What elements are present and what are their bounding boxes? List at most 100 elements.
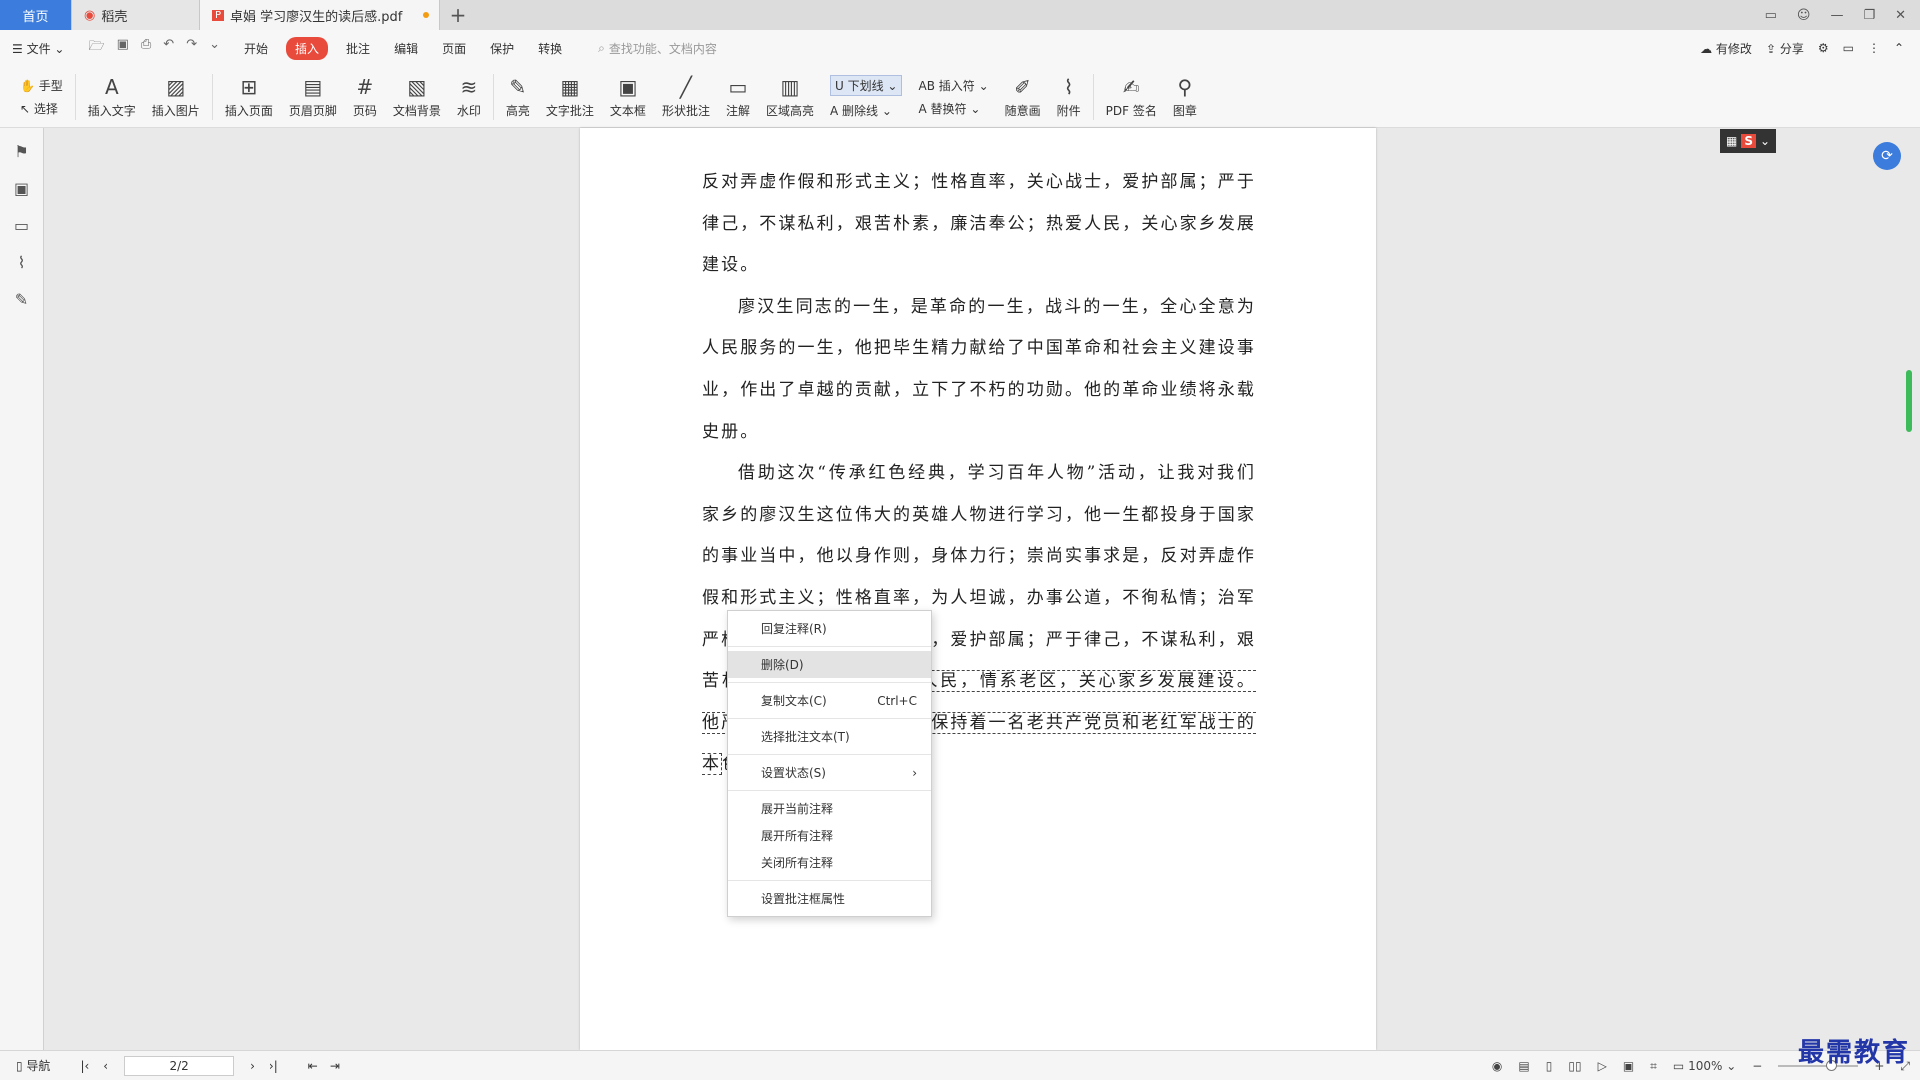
select-tool[interactable]: ↖ 选择	[20, 100, 63, 117]
area-highlight-button[interactable]: ▥ 区域高亮	[758, 68, 822, 126]
attachment-icon[interactable]: ⌇	[18, 253, 26, 272]
zoom-select[interactable]: ▭ 100% ⌄	[1673, 1059, 1736, 1073]
continuous-icon[interactable]: ▯	[1546, 1059, 1553, 1073]
menu-annotation-properties[interactable]: 设置批注框属性	[728, 885, 931, 912]
menu-copy-text[interactable]: 复制文本(C) Ctrl+C	[728, 687, 931, 714]
share-button[interactable]: ⇪ 分享	[1766, 40, 1804, 57]
header-footer-button[interactable]: ▤ 页眉页脚	[281, 68, 345, 126]
search-input[interactable]: ⌕ 查找功能、文档内容	[598, 40, 717, 57]
menu-item-label: 回复注释(R)	[761, 622, 827, 636]
thumbnail-icon[interactable]: ▣	[14, 179, 29, 198]
menu-set-status[interactable]: 设置状态(S) ›	[728, 759, 931, 786]
menu-expand-current[interactable]: 展开当前注释	[728, 795, 931, 822]
modified-button[interactable]: ☁ 有修改	[1700, 40, 1752, 57]
pen-icon: ✐	[1014, 74, 1032, 99]
note-button[interactable]: ▭ 注解	[718, 68, 758, 126]
menu-page[interactable]: 页面	[430, 40, 478, 57]
open-icon[interactable]: 🗁	[88, 37, 104, 59]
signature-icon[interactable]: ✎	[15, 290, 28, 309]
watermark-button[interactable]: ≋ 水印	[449, 68, 489, 126]
pdf-sign-button[interactable]: ✍ PDF 签名	[1098, 68, 1165, 126]
tab-home[interactable]: 首页	[0, 0, 72, 30]
menu-expand-all[interactable]: 展开所有注释	[728, 822, 931, 849]
page-number-field[interactable]: 2/2	[124, 1055, 235, 1076]
replace-button[interactable]: A 替换符 ⌄	[918, 100, 988, 117]
attachment-button[interactable]: ⌇ 附件	[1049, 68, 1089, 126]
file-menu[interactable]: ☰ 文件 ⌄	[0, 40, 76, 57]
eye-icon[interactable]: ◉	[1492, 1059, 1502, 1073]
actual-size-icon[interactable]: ▣	[1623, 1059, 1634, 1073]
menu-divider	[728, 754, 931, 755]
more-icon[interactable]: ⌄	[209, 37, 220, 59]
highlight-button[interactable]: ✎ 高亮	[498, 68, 538, 126]
stamp-button[interactable]: ⚲ 图章	[1165, 68, 1205, 126]
insert-char-button[interactable]: AB 插入符 ⌄	[918, 77, 988, 94]
save-icon[interactable]: ▣	[117, 37, 129, 59]
assistant-button[interactable]: ⟳	[1873, 142, 1901, 170]
strike-button[interactable]: A 删除线 ⌄	[830, 102, 903, 119]
menu-insert[interactable]: 插入	[286, 36, 329, 60]
area-highlight-label: 区域高亮	[765, 103, 814, 118]
menu-right: ☁ 有修改 ⇪ 分享 ⚙ ▭ ⋮ ⌃	[1700, 30, 1904, 66]
minimize-icon[interactable]: —	[1830, 8, 1843, 23]
tab-docer[interactable]: ◉ 稻壳	[72, 0, 200, 30]
next-page-icon[interactable]: ›	[250, 1059, 255, 1073]
avatar[interactable]: ☺	[1797, 8, 1811, 23]
redo-icon[interactable]: ↷	[186, 37, 197, 59]
close-icon[interactable]: ✕	[1895, 8, 1906, 23]
docer-icon: ◉	[84, 7, 96, 23]
undo-icon[interactable]: ↶	[163, 37, 174, 59]
menu-item-label: 关闭所有注释	[761, 856, 834, 870]
fit-page-icon[interactable]: ⌗	[1650, 1059, 1657, 1074]
restore-icon[interactable]: ❐	[1863, 8, 1875, 23]
window-controls: ▭ ☺ — ❐ ✕	[1765, 0, 1920, 30]
menu-reply-annotation[interactable]: 回复注释(R)	[728, 615, 931, 642]
background-button[interactable]: ▧ 文档背景	[385, 68, 449, 126]
tab-document[interactable]: P 卓娟 学习廖汉生的读后感.pdf	[200, 0, 440, 30]
bookmark-icon[interactable]: ⚑	[14, 142, 28, 161]
reader-mode-icon[interactable]: ▭	[1765, 8, 1777, 23]
replace-label: 替换符	[930, 101, 967, 116]
highlight-label: 高亮	[505, 103, 530, 118]
menu-convert[interactable]: 转换	[526, 40, 574, 57]
underline-button[interactable]: U 下划线 ⌄	[829, 74, 903, 96]
comment-icon[interactable]: ▭	[14, 216, 29, 235]
back-icon[interactable]: ⇤	[308, 1059, 318, 1073]
shape-comment-button[interactable]: ╱ 形状批注	[654, 68, 718, 126]
play-icon[interactable]: ▷	[1598, 1059, 1607, 1073]
text-comment-button[interactable]: ▦ 文字批注	[538, 68, 602, 126]
menu-edit[interactable]: 编辑	[382, 40, 430, 57]
last-page-icon[interactable]: ›|	[269, 1059, 278, 1073]
insert-text-button[interactable]: A 插入文字	[80, 68, 144, 126]
ime-toolbar[interactable]: ▦ S ⌄	[1720, 129, 1776, 153]
menu-select-annotation-text[interactable]: 选择批注文本(T)	[728, 723, 931, 750]
two-page-icon[interactable]: ▯▯	[1568, 1059, 1581, 1073]
print-icon[interactable]: ⎙	[141, 37, 151, 59]
menu-start[interactable]: 开始	[232, 40, 280, 57]
single-page-icon[interactable]: ▤	[1518, 1059, 1529, 1073]
page-number-button[interactable]: # 页码	[345, 68, 385, 126]
page-number-label: 页码	[352, 103, 377, 118]
textbox-button[interactable]: ▣ 文本框	[602, 68, 654, 126]
first-page-icon[interactable]: |‹	[80, 1059, 89, 1073]
forward-icon[interactable]: ⇥	[330, 1059, 340, 1073]
insert-page-button[interactable]: ⊞ 插入页面	[217, 68, 281, 126]
nav-toggle[interactable]: ▯ 导航	[16, 1057, 50, 1074]
text-comment-icon: ▦	[560, 74, 580, 99]
settings-icon[interactable]: ⚙	[1818, 41, 1829, 55]
insert-page-label: 插入页面	[224, 103, 273, 118]
menu-comment[interactable]: 批注	[334, 40, 382, 57]
zoom-out-icon[interactable]: −	[1752, 1059, 1762, 1073]
prev-page-icon[interactable]: ‹	[103, 1059, 108, 1073]
message-icon[interactable]: ▭	[1843, 41, 1854, 55]
freehand-button[interactable]: ✐ 随意画	[997, 68, 1049, 126]
new-tab-button[interactable]: +	[440, 0, 476, 30]
menu-collapse-all[interactable]: 关闭所有注释	[728, 849, 931, 876]
menu-protect[interactable]: 保护	[478, 40, 526, 57]
hand-tool[interactable]: ✋ 手型	[20, 77, 63, 94]
collapse-icon[interactable]: ⌃	[1894, 41, 1904, 55]
vertical-scrollbar[interactable]	[1906, 370, 1912, 432]
insert-image-button[interactable]: ▨ 插入图片	[144, 68, 208, 126]
menu-delete[interactable]: 删除(D)	[728, 651, 931, 678]
kebab-icon[interactable]: ⋮	[1868, 41, 1880, 55]
